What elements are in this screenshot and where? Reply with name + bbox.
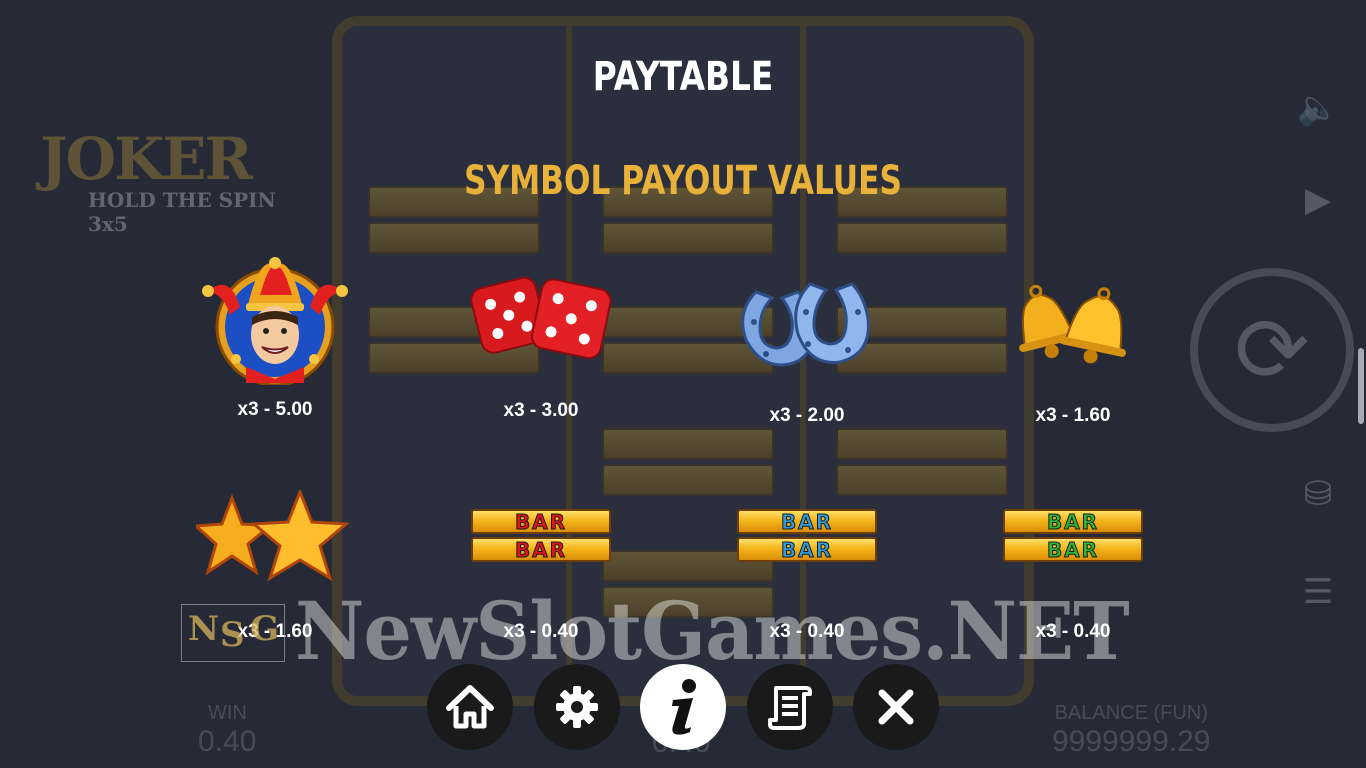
- bar-block: BAR: [737, 537, 877, 562]
- refresh-icon: ⟳: [1234, 300, 1310, 401]
- close-icon: [878, 689, 914, 725]
- background-bar-symbol: [602, 464, 774, 496]
- paytable-title: PAYTABLE: [592, 54, 774, 100]
- background-bar-symbol: [602, 428, 774, 460]
- watermark-text: NewSlotGames.NET: [295, 584, 1130, 678]
- balance-label: BALANCE (FUN): [1054, 702, 1208, 724]
- bar-block: BAR: [1003, 509, 1143, 534]
- bells-payout: x3 - 1.60: [1035, 405, 1111, 426]
- green-bar-icon: BAR BAR: [1003, 509, 1143, 565]
- blue-bar-icon: BAR BAR: [737, 509, 877, 565]
- game-logo-badge: 3x5: [88, 212, 128, 236]
- spin-button[interactable]: ⟳: [1190, 268, 1354, 432]
- coins-icon: ⛁: [1303, 475, 1333, 513]
- home-icon: [446, 685, 494, 729]
- close-button[interactable]: [853, 664, 939, 750]
- scrollbar-thumb[interactable]: [1358, 348, 1364, 424]
- red-bar-icon: BAR BAR: [471, 509, 611, 565]
- info-button[interactable]: [640, 664, 726, 750]
- watermark-logo: N S G: [181, 604, 285, 662]
- horseshoe-payout: x3 - 2.00: [769, 405, 845, 426]
- joker-payout: x3 - 5.00: [237, 399, 313, 420]
- background-bar-symbol: [602, 222, 774, 254]
- bells-icon: [1004, 276, 1144, 366]
- play-circle-icon: ▶: [1304, 181, 1332, 219]
- stars-icon: [192, 487, 356, 582]
- paytable-subtitle: SYMBOL PAYOUT VALUES: [464, 158, 902, 204]
- bar-block: BAR: [737, 509, 877, 534]
- home-button[interactable]: [427, 664, 513, 750]
- bar-block: BAR: [1003, 537, 1143, 562]
- horseshoe-icon: [736, 272, 878, 372]
- bet-coins-button[interactable]: ⛁: [1286, 462, 1350, 526]
- bar-block: BAR: [471, 537, 611, 562]
- info-icon: [672, 679, 696, 735]
- background-bar-symbol: [368, 222, 540, 254]
- win-display: WIN 0.40: [198, 702, 256, 759]
- win-value: 0.40: [198, 725, 257, 758]
- bar-block: BAR: [471, 509, 611, 534]
- menu-icon: ☰: [1302, 573, 1334, 611]
- scroll-icon: [768, 686, 812, 730]
- dice-icon: [470, 272, 615, 364]
- menu-button[interactable]: ☰: [1286, 560, 1350, 624]
- gear-icon: [556, 686, 598, 728]
- dice-payout: x3 - 3.00: [503, 400, 579, 421]
- balance-display: BALANCE (FUN) 9999999.29: [1052, 702, 1211, 759]
- balance-value: 9999999.29: [1052, 725, 1211, 758]
- settings-button[interactable]: [534, 664, 620, 750]
- joker-icon: [200, 255, 350, 387]
- sound-button[interactable]: 🔈: [1286, 76, 1350, 140]
- rules-button[interactable]: [747, 664, 833, 750]
- background-bar-symbol: [836, 428, 1008, 460]
- autoplay-button[interactable]: ▶: [1286, 168, 1350, 232]
- speaker-icon: 🔈: [1296, 89, 1340, 127]
- background-bar-symbol: [836, 464, 1008, 496]
- background-bar-symbol: [836, 222, 1008, 254]
- win-label: WIN: [208, 702, 247, 724]
